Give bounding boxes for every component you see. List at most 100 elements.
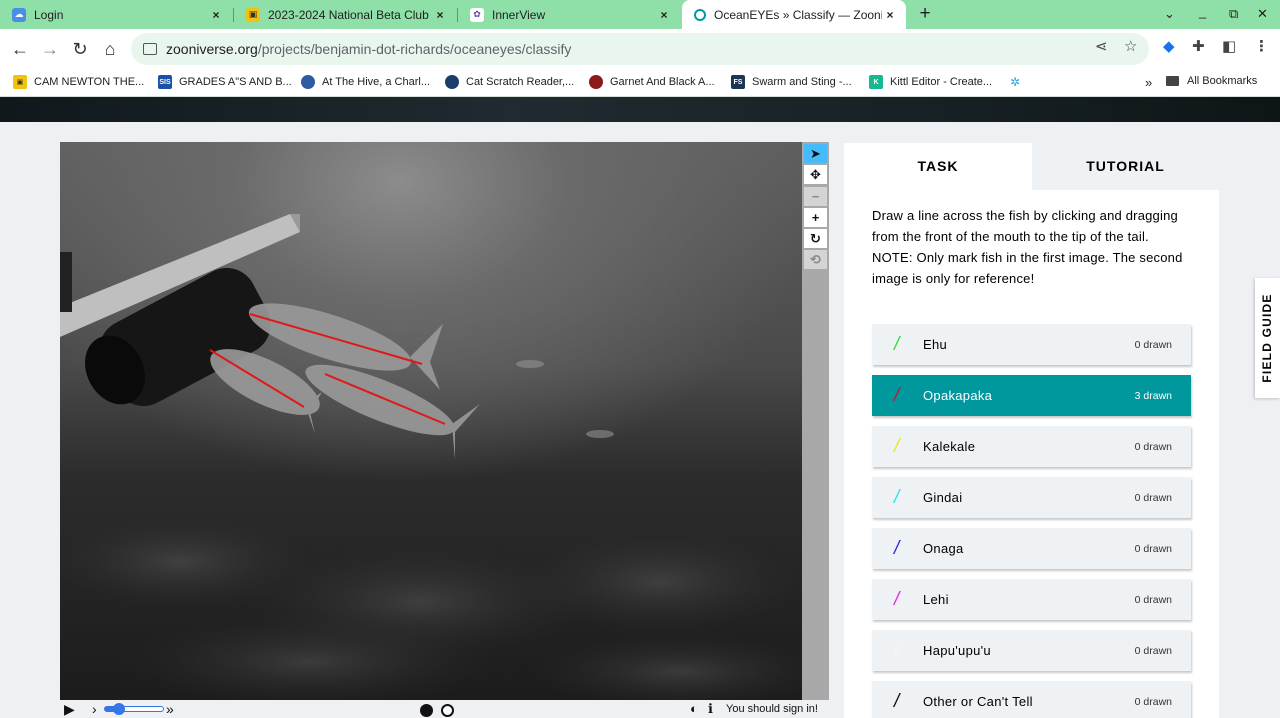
folder-icon [1166,76,1179,86]
zooniverse-icon [694,9,706,21]
tab-innerview[interactable]: ✿ InnerView × [458,0,680,29]
reset-icon[interactable]: ⟲ [804,250,827,269]
info-icon[interactable]: ℹ [708,701,713,717]
tool-label: Lehi [923,592,949,607]
playback-speed-slider[interactable] [104,703,164,715]
tool-label: Other or Can't Tell [923,694,1033,709]
hive-icon [301,75,315,89]
bookmark-label: Cat Scratch Reader,... [466,76,575,88]
move-icon[interactable]: ✥ [804,165,827,184]
tool-other[interactable]: / Other or Can't Tell 0 drawn [872,681,1191,718]
bookmark-label: Garnet And Black A... [610,76,715,88]
tab-beta-club[interactable]: ▣ 2023-2024 National Beta Club ( × [234,0,456,29]
share-icon[interactable]: ⋖ [1095,37,1108,55]
zoom-in-icon[interactable]: + [804,208,827,227]
minimize-icon[interactable]: _ [1199,4,1206,19]
field-guide-button[interactable]: FIELD GUIDE [1255,278,1280,398]
tool-label: Ehu [923,337,948,352]
tool-count: 0 drawn [1134,542,1172,555]
slider-knob[interactable] [113,703,125,715]
extension-copilot-icon[interactable]: ◆ [1163,37,1175,55]
subject-image[interactable] [60,142,802,700]
side-panel-icon[interactable]: ◧ [1222,37,1236,55]
cat-scratch-icon [445,75,459,89]
tab-oceaneyes[interactable]: OceanEYEs » Classify — Zooniverse × [682,0,906,30]
tab-login[interactable]: ☁ Login × [0,0,232,29]
tab-tutorial[interactable]: TUTORIAL [1032,143,1219,190]
rotate-icon[interactable]: ↻ [804,229,827,248]
step-icon[interactable]: › [92,701,97,717]
sign-in-prompt: You should sign in! [726,703,818,715]
bookmark-swarm-sting[interactable]: FS Swarm and Sting -... [731,75,852,89]
play-icon[interactable]: ▶ [64,701,75,718]
subject-drawing-canvas[interactable] [60,142,802,700]
tool-opakapaka[interactable]: / Opakapaka 3 drawn [872,375,1191,416]
fast-forward-icon[interactable]: » [166,701,174,717]
tool-hapuupuu[interactable]: / Hapu'upu'u 0 drawn [872,630,1191,671]
invert-icon[interactable]: ◐ [690,701,698,716]
window-close-icon[interactable]: ✕ [1257,6,1268,22]
task-tabs: TASK TUTORIAL [844,143,1219,190]
bookmark-loading[interactable]: ✲ [1008,75,1029,89]
browser-tab-bar: ☁ Login × ▣ 2023-2024 National Beta Club… [0,0,1280,30]
swarm-icon: FS [731,75,745,89]
zoom-out-icon[interactable]: − [804,187,827,206]
tool-gindai[interactable]: / Gindai 0 drawn [872,477,1191,518]
tab-task[interactable]: TASK [844,143,1032,190]
close-icon[interactable]: × [656,8,672,22]
tool-label: Onaga [923,541,964,556]
bookmarks-bar: ▣ CAM NEWTON THE... SIS GRADES A"S AND B… [0,69,1280,97]
bookmark-at-the-hive[interactable]: At The Hive, a Charl... [301,75,430,89]
restore-icon[interactable]: ⧉ [1229,6,1238,22]
line-tool-icon: / [894,691,900,712]
reload-icon[interactable]: ↻ [68,37,92,61]
kittl-icon: K [869,75,883,89]
fish-group [210,303,614,460]
bookmark-label: Swarm and Sting -... [752,76,852,88]
instruction-note: NOTE: Only mark fish in the first image.… [872,250,1183,286]
all-bookmarks-button[interactable]: All Bookmarks [1166,75,1257,87]
tool-onaga[interactable]: / Onaga 0 drawn [872,528,1191,569]
line-tool-icon: / [894,589,900,610]
tool-count: 0 drawn [1134,338,1172,351]
tool-lehi[interactable]: / Lehi 0 drawn [872,579,1191,620]
close-icon[interactable]: × [882,8,898,22]
classroom-icon: ▣ [13,75,27,89]
bookmarks-overflow-icon[interactable]: » [1145,75,1152,90]
close-icon[interactable]: × [432,8,448,22]
tool-label: Hapu'upu'u [923,643,991,658]
garnet-icon [589,75,603,89]
tool-label: Opakapaka [923,388,993,403]
bookmark-garnet-black[interactable]: Garnet And Black A... [589,75,715,89]
site-info-icon[interactable] [143,43,157,55]
tool-count: 0 drawn [1134,644,1172,657]
frame-1-dot[interactable] [420,704,433,717]
menu-icon[interactable]: ⋮ [1254,37,1269,55]
extensions-icon[interactable]: ✚ [1192,37,1205,55]
new-tab-button[interactable]: + [914,4,936,26]
bookmark-star-icon[interactable]: ☆ [1124,37,1137,55]
url-path: /projects/benjamin-dot-richards/oceaneye… [257,41,572,57]
frame-2-dot[interactable] [441,704,454,717]
bookmark-cam-newton[interactable]: ▣ CAM NEWTON THE... [13,75,144,89]
bookmark-grades[interactable]: SIS GRADES A"S AND B... [158,75,292,89]
back-icon[interactable]: ← [8,37,32,61]
home-icon[interactable]: ⌂ [98,37,122,61]
all-bookmarks-label: All Bookmarks [1187,75,1258,87]
forward-icon[interactable]: → [38,37,62,61]
task-instructions: Draw a line across the fish by clicking … [872,205,1202,289]
close-icon[interactable]: × [208,8,224,22]
sis-icon: SIS [158,75,172,89]
line-tool-icon: / [894,487,900,508]
tab-search-icon[interactable]: ⌄ [1164,6,1175,22]
tool-ehu[interactable]: / Ehu 0 drawn [872,324,1191,365]
tab-title: 2023-2024 National Beta Club ( [268,7,432,22]
address-bar[interactable]: zooniverse.org/projects/benjamin-dot-ric… [131,33,1149,65]
bookmark-cat-scratch[interactable]: Cat Scratch Reader,... [445,75,574,89]
bookmark-label: GRADES A"S AND B... [179,76,292,88]
pointer-icon[interactable]: ➤ [804,144,827,163]
tool-kalekale[interactable]: / Kalekale 0 drawn [872,426,1191,467]
bookmark-kittl[interactable]: K Kittl Editor - Create... [869,75,992,89]
line-tool-icon: / [894,385,900,406]
line-tool-icon: / [894,538,900,559]
